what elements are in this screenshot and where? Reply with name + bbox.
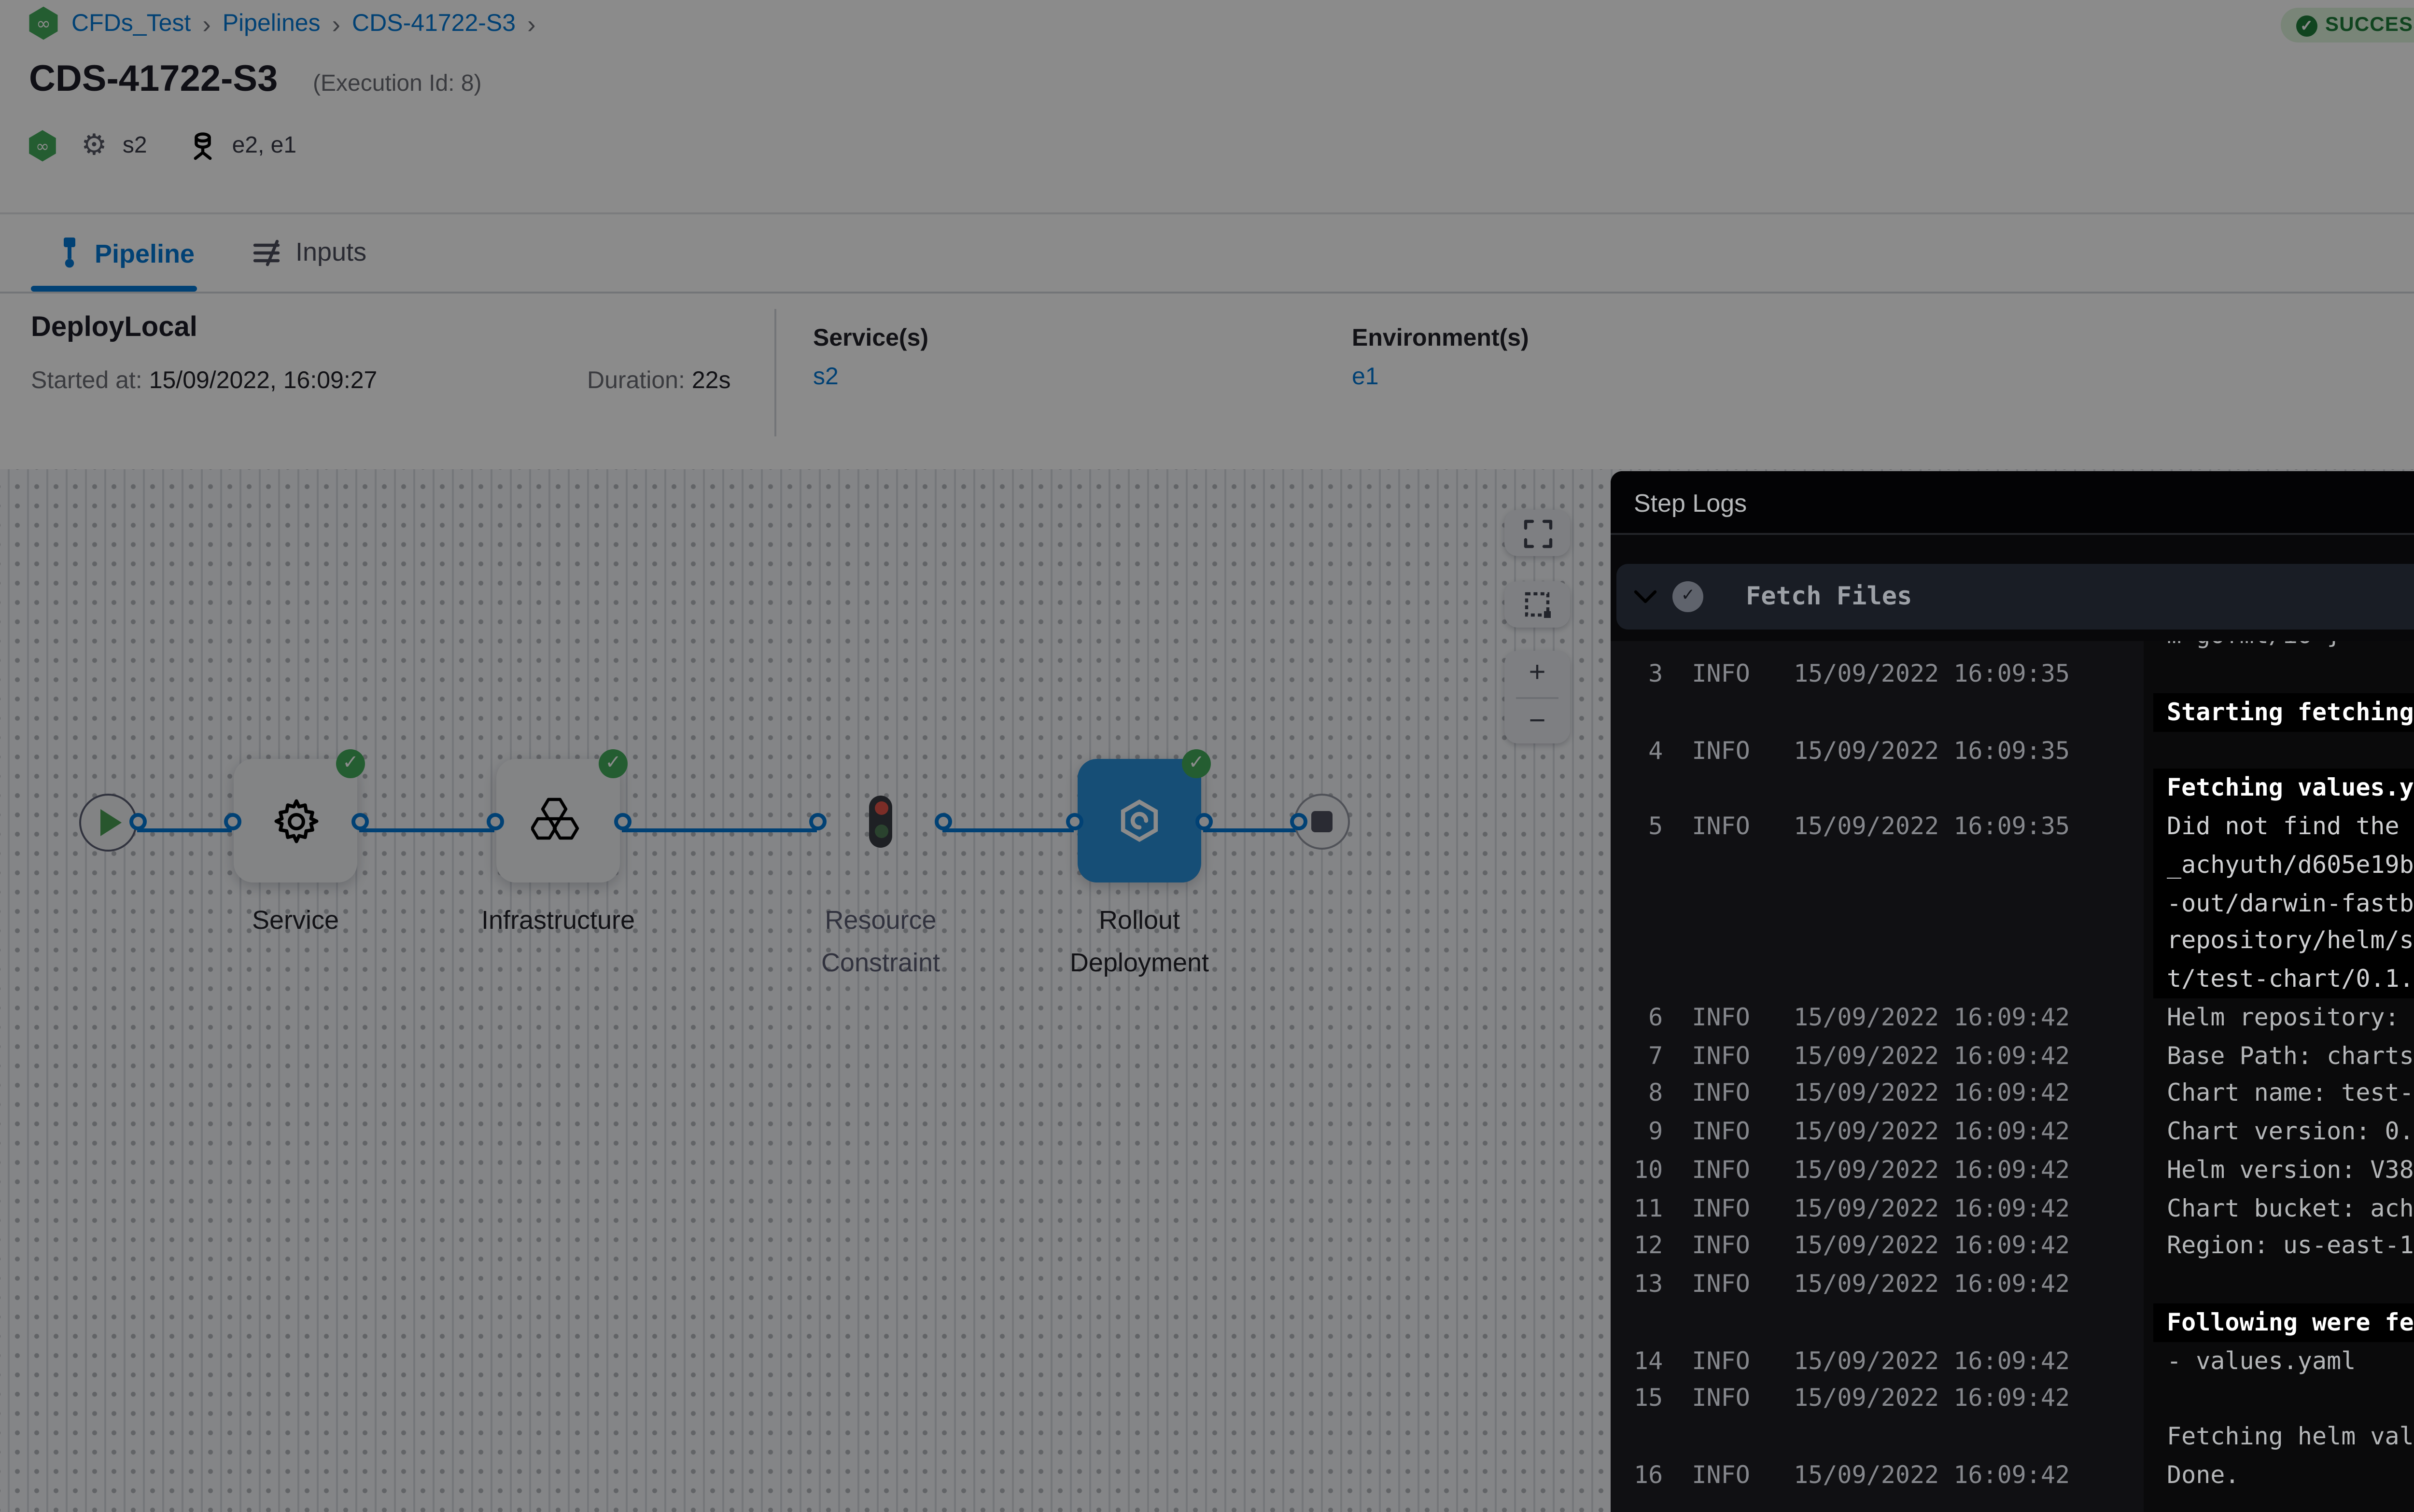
log-section-header[interactable]: ✓ Fetch Files 9s	[1616, 564, 2414, 630]
log-message: Base Path: charts/	[2167, 1036, 2414, 1074]
log-line-gutter: 7 INFO 15/09/2022 16:09:42	[1634, 1036, 2070, 1074]
step-logs-header: Step Logs Console View	[1611, 471, 2414, 535]
log-message: Starting fetching Helm values	[2153, 693, 2414, 731]
log-message: Did not find the chart and version in lo…	[2153, 807, 2414, 998]
log-line-gutter: 13 INFO 15/09/2022 16:09:42	[1634, 1265, 2070, 1303]
log-message: Fetching values.yaml from helm chart rep…	[2153, 769, 2414, 807]
log-message: Fetching helm values completed successfu…	[2167, 1417, 2414, 1456]
section-success-icon: ✓	[1672, 581, 1703, 612]
log-row: 4 INFO 15/09/2022 16:09:35 Fetching value…	[1611, 731, 2414, 807]
step-logs-title: Step Logs	[1634, 488, 1747, 517]
log-row: 8 INFO 15/09/2022 16:09:42 Chart name: te…	[1611, 1074, 2414, 1112]
log-line-gutter: 8 INFO 15/09/2022 16:09:42	[1634, 1074, 2070, 1112]
log-message: - values.yaml	[2167, 1341, 2356, 1379]
log-row: 7 INFO 15/09/2022 16:09:42 Base Path: cha…	[1611, 1036, 2414, 1074]
log-rows: 3 INFO 15/09/2022 16:09:35 Starting fetch…	[1611, 655, 2414, 1494]
log-row: 15 INFO 15/09/2022 16:09:42 Fetching helm…	[1611, 1379, 2414, 1456]
log-row: 14 INFO 15/09/2022 16:09:42 - values.yaml	[1611, 1341, 2414, 1379]
log-line-gutter: 12 INFO 15/09/2022 16:09:42	[1634, 1227, 2070, 1265]
log-content[interactable]: m gofmt/io } 3 INFO 15/09/2022 16:09:35 S…	[1611, 641, 2414, 1512]
log-row: 11 INFO 15/09/2022 16:09:42 Chart bucket:…	[1611, 1189, 2414, 1227]
log-row: 13 INFO 15/09/2022 16:09:42 Following wer…	[1611, 1265, 2414, 1341]
log-line-gutter: 16 INFO 15/09/2022 16:09:42	[1634, 1456, 2070, 1494]
log-line-gutter: 3 INFO 15/09/2022 16:09:35	[1634, 655, 2070, 693]
log-line-gutter: 5 INFO 15/09/2022 16:09:35	[1634, 807, 2070, 845]
log-row: 3 INFO 15/09/2022 16:09:35 Starting fetch…	[1611, 655, 2414, 731]
log-row: 5 INFO 15/09/2022 16:09:35 Did not find t…	[1611, 807, 2414, 998]
log-line-gutter: 6 INFO 15/09/2022 16:09:42	[1634, 998, 2070, 1036]
log-line-gutter: 15 INFO 15/09/2022 16:09:42	[1634, 1379, 2070, 1417]
log-line-gutter: 10 INFO 15/09/2022 16:09:42	[1634, 1150, 2070, 1189]
log-row: 6 INFO 15/09/2022 16:09:42 Helm repositor…	[1611, 998, 2414, 1036]
log-row: 9 INFO 15/09/2022 16:09:42 Chart version:…	[1611, 1112, 2414, 1150]
log-partial-line: m gofmt/io }	[2167, 641, 2341, 655]
log-message: Chart version: 0.1.0	[2167, 1112, 2414, 1150]
app-root: ∞ CFDs_Test › Pipelines › CDS-41722-S3 ›…	[0, 0, 2414, 1512]
log-line-gutter: 14 INFO 15/09/2022 16:09:42	[1634, 1341, 2070, 1379]
log-row: 12 INFO 15/09/2022 16:09:42 Region: us-ea…	[1611, 1227, 2414, 1265]
log-message: Chart name: test-chart	[2167, 1074, 2414, 1112]
log-line-gutter: 4 INFO 15/09/2022 16:09:35	[1634, 731, 2070, 769]
log-line-gutter: 11 INFO 15/09/2022 16:09:42	[1634, 1189, 2070, 1227]
log-section-title: Fetch Files	[1746, 582, 1912, 611]
log-message: Region: us-east-1	[2167, 1227, 2414, 1265]
log-line-gutter: 9 INFO 15/09/2022 16:09:42	[1634, 1112, 2070, 1150]
log-message: Chart bucket: achhelmbucket	[2167, 1189, 2414, 1227]
chevron-down-icon	[1634, 589, 1657, 604]
log-message: Helm repository: aws-qa-setup-modified	[2167, 998, 2414, 1036]
log-row: 10 INFO 15/09/2022 16:09:42 Helm version:…	[1611, 1150, 2414, 1189]
step-logs-panel: Step Logs Console View ✓ Fetch Files 9s …	[1611, 471, 2414, 1512]
log-message: Following were fetched successfully :	[2153, 1303, 2414, 1341]
log-message: Helm version: V380	[2167, 1150, 2414, 1189]
log-row: 16 INFO 15/09/2022 16:09:42 Done.	[1611, 1456, 2414, 1494]
log-message: Done.	[2167, 1456, 2240, 1494]
